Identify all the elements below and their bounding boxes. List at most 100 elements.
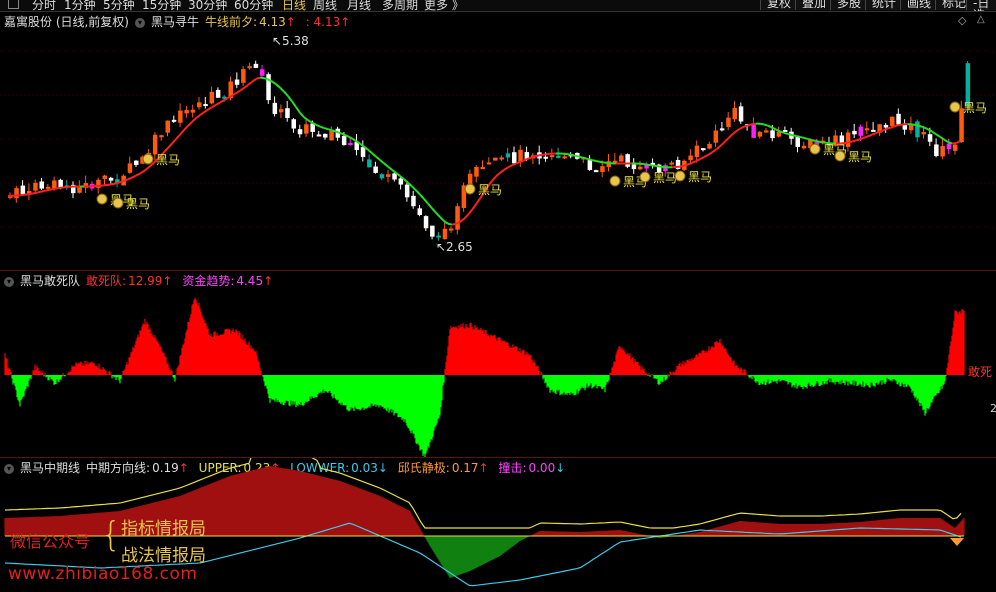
- money-bag-icon: [464, 183, 476, 195]
- candle-body: [795, 136, 800, 147]
- toolbar-button[interactable]: -日选: [966, 0, 996, 11]
- candle-body: [669, 162, 674, 165]
- watermark-brace: {: [100, 515, 122, 555]
- candlestick-chart[interactable]: ↖5.38↖2.65黑马黑马黑马黑马黑马黑马黑马黑马黑马黑马: [0, 11, 996, 271]
- candle-body: [304, 124, 309, 134]
- ma-curve-segment: [275, 83, 281, 89]
- candle-body: [190, 109, 196, 113]
- ma-curve-segment: [111, 182, 117, 186]
- candle-body: [764, 130, 769, 133]
- candle-body: [392, 173, 397, 180]
- ma-curve-segment: [403, 178, 409, 184]
- ma-curve-segment: [899, 123, 905, 126]
- candle-body: [474, 166, 479, 177]
- toolbar-button[interactable]: 画线: [900, 0, 938, 10]
- ma-curve-segment: [347, 135, 353, 140]
- ma-curve-segment: [775, 128, 781, 133]
- ma-curve-segment: [563, 152, 569, 156]
- candle-body: [108, 177, 114, 181]
- watermark-url: www.zhibiao168.com: [8, 564, 198, 584]
- ma-curve-segment: [475, 197, 481, 205]
- toolbar-button[interactable]: 叠加: [795, 0, 833, 10]
- ma-curve-segment: [139, 170, 145, 175]
- ma-curve-segment: [919, 125, 925, 129]
- ma-curve-segment: [187, 121, 193, 127]
- candle-body: [556, 155, 561, 158]
- ma-curve-segment: [495, 172, 501, 178]
- toolbar-button[interactable]: 统计: [865, 0, 903, 10]
- ma-curve-segment: [851, 139, 857, 143]
- ma-curve-segment: [743, 124, 749, 128]
- ma-curve-segment: [699, 156, 705, 161]
- signal-label: 黑马: [688, 170, 712, 184]
- candle-body: [625, 154, 630, 167]
- ma-curve-segment: [307, 119, 313, 124]
- ma-curve-segment: [499, 169, 505, 174]
- candle-body: [215, 89, 221, 98]
- ma-curve-segment: [767, 124, 773, 129]
- candle-body: [39, 181, 44, 189]
- window-square-icon[interactable]: [8, 0, 19, 9]
- ma-curve-segment: [687, 162, 693, 166]
- ma-curve-segment: [215, 101, 221, 106]
- candle-body: [197, 102, 202, 108]
- watermark-line2: 战法情报局: [121, 546, 206, 566]
- money-bag-icon: [112, 197, 124, 209]
- candle-body: [713, 130, 719, 143]
- watermark: 微信公众号 { 指标情报局 战法情报局 www.zhibiao168.com: [0, 512, 300, 592]
- candle-body: [209, 91, 215, 104]
- ma-curve-segment: [575, 154, 581, 158]
- ma-curve-segment: [191, 117, 197, 123]
- candle-body: [348, 142, 353, 146]
- ma-curve-segment: [419, 193, 425, 200]
- ma-curve-segment: [59, 186, 65, 189]
- ma-curve-segment: [247, 81, 253, 86]
- ma-curve-segment: [891, 125, 897, 129]
- money-bag-icon: [639, 171, 651, 183]
- candle-body: [127, 163, 133, 173]
- candle-body: [165, 120, 170, 133]
- ma-curve-segment: [359, 142, 365, 148]
- candle-body: [203, 104, 208, 107]
- money-bag-icon: [834, 150, 846, 162]
- ma-curve-segment: [239, 87, 245, 92]
- dare-squad-histogram[interactable]: [0, 271, 996, 457]
- candle-body: [386, 174, 391, 177]
- candle-body: [593, 170, 599, 173]
- ma-curve-segment: [219, 99, 225, 104]
- signal-label: 黑马: [126, 197, 150, 211]
- ma-curve-segment: [263, 77, 269, 81]
- ma-curve-segment: [171, 138, 177, 145]
- candle-body: [297, 129, 303, 135]
- candle-body: [152, 134, 158, 155]
- candle-body: [965, 63, 971, 107]
- ma-curve-segment: [31, 191, 37, 195]
- ma-curve-segment: [427, 202, 433, 209]
- ma-curve-segment: [203, 108, 209, 114]
- candle-body: [549, 155, 555, 158]
- ma-curve-segment: [583, 156, 589, 160]
- ma-curve-segment: [287, 95, 293, 102]
- ma-curve-segment: [943, 138, 949, 143]
- ma-curve-segment: [415, 189, 421, 196]
- ma-curve-segment: [511, 162, 517, 167]
- candle-body: [33, 182, 38, 191]
- ma-curve-segment: [411, 185, 417, 192]
- toolbar-button[interactable]: 多股: [830, 0, 868, 10]
- toolbar-button[interactable]: 复权: [760, 0, 798, 10]
- candle-body: [467, 173, 473, 186]
- candle-body: [751, 123, 756, 138]
- ma-curve-segment: [115, 181, 121, 185]
- ma-curve-segment: [887, 126, 893, 130]
- ma-curve-segment: [451, 222, 457, 226]
- watermark-public-label: 微信公众号: [10, 532, 91, 551]
- ma-curve-segment: [515, 160, 521, 165]
- ma-curve-segment: [783, 131, 789, 135]
- money-bag-icon: [96, 193, 108, 205]
- ma-curve-segment: [871, 132, 877, 136]
- ma-curve-segment: [47, 188, 53, 192]
- ma-curve-segment: [27, 192, 33, 196]
- ma-curve-segment: [379, 159, 385, 165]
- ma-curve-segment: [439, 216, 445, 222]
- candle-body: [600, 166, 605, 173]
